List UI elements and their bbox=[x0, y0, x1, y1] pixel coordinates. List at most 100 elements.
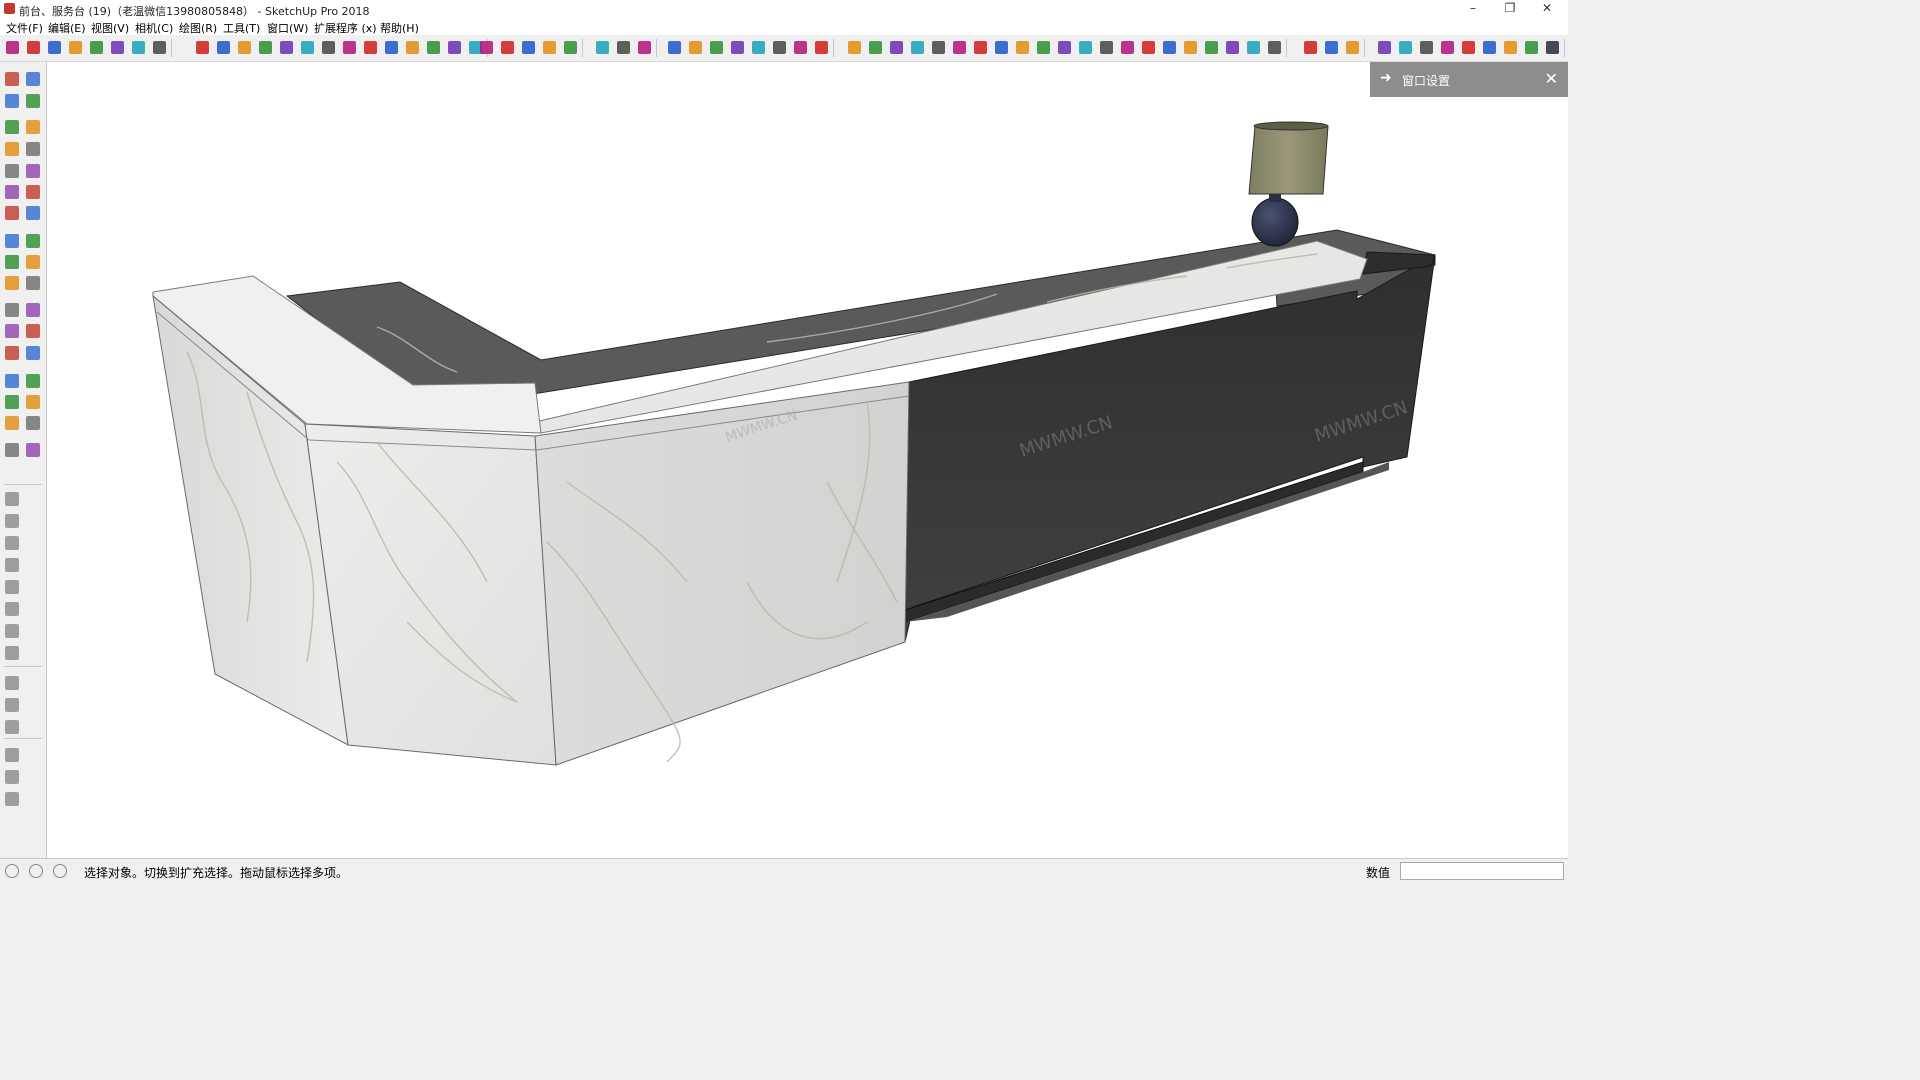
toolbar-tool-icon[interactable] bbox=[196, 41, 209, 54]
left-tool-icon[interactable] bbox=[26, 206, 40, 220]
toolbar-tool-icon[interactable] bbox=[911, 41, 924, 54]
left-tool-icon[interactable] bbox=[26, 443, 40, 457]
toolbar-tool-icon[interactable] bbox=[90, 41, 103, 54]
toolbar-tool-icon[interactable] bbox=[731, 41, 744, 54]
toolbar-tool-icon[interactable] bbox=[1058, 41, 1071, 54]
left-tool-icon[interactable] bbox=[26, 234, 40, 248]
toolbar-tool-icon[interactable] bbox=[1163, 41, 1176, 54]
toolbar-tool-icon[interactable] bbox=[890, 41, 903, 54]
left-tool-icon[interactable] bbox=[5, 536, 19, 550]
left-tool-icon[interactable] bbox=[5, 255, 19, 269]
toolbar-tool-icon[interactable] bbox=[217, 41, 230, 54]
left-tool-icon[interactable] bbox=[26, 142, 40, 156]
toolbar-tool-icon[interactable] bbox=[480, 41, 493, 54]
minimize-button[interactable]: – bbox=[1456, 0, 1490, 18]
toolbar-tool-icon[interactable] bbox=[1525, 41, 1538, 54]
toolbar-tool-icon[interactable] bbox=[48, 41, 61, 54]
left-tool-icon[interactable] bbox=[5, 395, 19, 409]
left-tool-icon[interactable] bbox=[5, 416, 19, 430]
measurements-input[interactable] bbox=[1400, 862, 1564, 880]
toolbar-tool-icon[interactable] bbox=[1346, 41, 1359, 54]
toolbar-tool-icon[interactable] bbox=[406, 41, 419, 54]
restore-button[interactable]: ❐ bbox=[1493, 0, 1527, 18]
toolbar-tool-icon[interactable] bbox=[638, 41, 651, 54]
model-viewport[interactable]: MWMW.CN MWMW.CN MWMW.CN bbox=[47, 62, 1568, 858]
toolbar-tool-icon[interactable] bbox=[1268, 41, 1281, 54]
toolbar-tool-icon[interactable] bbox=[596, 41, 609, 54]
toolbar-tool-icon[interactable] bbox=[932, 41, 945, 54]
menu-extensions[interactable]: 扩展程序 (x) bbox=[314, 20, 377, 36]
close-window-button[interactable]: ✕ bbox=[1530, 0, 1564, 18]
left-tool-icon[interactable] bbox=[5, 676, 19, 690]
left-tool-icon[interactable] bbox=[5, 164, 19, 178]
menu-camera[interactable]: 相机(C) bbox=[135, 20, 173, 36]
toolbar-tool-icon[interactable] bbox=[1037, 41, 1050, 54]
toolbar-tool-icon[interactable] bbox=[69, 41, 82, 54]
info-icon[interactable] bbox=[29, 864, 43, 878]
left-tool-icon[interactable] bbox=[5, 303, 19, 317]
left-tool-icon[interactable] bbox=[5, 602, 19, 616]
toolbar-tool-icon[interactable] bbox=[752, 41, 765, 54]
left-tool-icon[interactable] bbox=[5, 443, 19, 457]
toolbar-tool-icon[interactable] bbox=[1100, 41, 1113, 54]
tray-arrow-icon[interactable]: ➜ bbox=[1380, 70, 1392, 86]
left-tool-icon[interactable] bbox=[5, 120, 19, 134]
toolbar-tool-icon[interactable] bbox=[773, 41, 786, 54]
left-tool-icon[interactable] bbox=[5, 72, 19, 86]
left-tool-icon[interactable] bbox=[5, 770, 19, 784]
toolbar-tool-icon[interactable] bbox=[1546, 41, 1559, 54]
left-tool-icon[interactable] bbox=[5, 698, 19, 712]
toolbar-tool-icon[interactable] bbox=[522, 41, 535, 54]
toolbar-tool-icon[interactable] bbox=[448, 41, 461, 54]
toolbar-tool-icon[interactable] bbox=[343, 41, 356, 54]
toolbar-tool-icon[interactable] bbox=[995, 41, 1008, 54]
left-tool-icon[interactable] bbox=[26, 255, 40, 269]
left-tool-icon[interactable] bbox=[5, 580, 19, 594]
user-icon[interactable] bbox=[53, 864, 67, 878]
left-tool-icon[interactable] bbox=[5, 324, 19, 338]
left-tool-icon[interactable] bbox=[5, 234, 19, 248]
tray-close-icon[interactable]: ✕ bbox=[1545, 69, 1558, 88]
toolbar-tool-icon[interactable] bbox=[427, 41, 440, 54]
left-tool-icon[interactable] bbox=[5, 94, 19, 108]
left-tool-icon[interactable] bbox=[5, 514, 19, 528]
menu-edit[interactable]: 编辑(E) bbox=[48, 20, 86, 36]
toolbar-tool-icon[interactable] bbox=[1420, 41, 1433, 54]
left-tool-icon[interactable] bbox=[5, 624, 19, 638]
toolbar-tool-icon[interactable] bbox=[689, 41, 702, 54]
sketchup-app-icon[interactable] bbox=[4, 3, 15, 14]
menu-view[interactable]: 视图(V) bbox=[91, 20, 129, 36]
toolbar-tool-icon[interactable] bbox=[974, 41, 987, 54]
toolbar-tool-icon[interactable] bbox=[1462, 41, 1475, 54]
tray-title[interactable]: 窗口设置 bbox=[1402, 72, 1450, 89]
left-tool-icon[interactable] bbox=[5, 374, 19, 388]
left-tool-icon[interactable] bbox=[26, 324, 40, 338]
toolbar-tool-icon[interactable] bbox=[1483, 41, 1496, 54]
left-tool-icon[interactable] bbox=[5, 142, 19, 156]
toolbar-tool-icon[interactable] bbox=[1184, 41, 1197, 54]
left-tool-icon[interactable] bbox=[26, 72, 40, 86]
toolbar-tool-icon[interactable] bbox=[953, 41, 966, 54]
toolbar-tool-icon[interactable] bbox=[848, 41, 861, 54]
toolbar-tool-icon[interactable] bbox=[259, 41, 272, 54]
left-tool-icon[interactable] bbox=[26, 374, 40, 388]
toolbar-tool-icon[interactable] bbox=[6, 41, 19, 54]
toolbar-tool-icon[interactable] bbox=[1247, 41, 1260, 54]
toolbar-tool-icon[interactable] bbox=[1378, 41, 1391, 54]
toolbar-tool-icon[interactable] bbox=[564, 41, 577, 54]
toolbar-tool-icon[interactable] bbox=[322, 41, 335, 54]
toolbar-tool-icon[interactable] bbox=[815, 41, 828, 54]
left-tool-icon[interactable] bbox=[26, 185, 40, 199]
toolbar-tool-icon[interactable] bbox=[1226, 41, 1239, 54]
toolbar-tool-icon[interactable] bbox=[1079, 41, 1092, 54]
toolbar-tool-icon[interactable] bbox=[1205, 41, 1218, 54]
toolbar-tool-icon[interactable] bbox=[301, 41, 314, 54]
toolbar-tool-icon[interactable] bbox=[238, 41, 251, 54]
toolbar-tool-icon[interactable] bbox=[153, 41, 166, 54]
toolbar-tool-icon[interactable] bbox=[501, 41, 514, 54]
toolbar-tool-icon[interactable] bbox=[27, 41, 40, 54]
toolbar-tool-icon[interactable] bbox=[1399, 41, 1412, 54]
menu-tools[interactable]: 工具(T) bbox=[223, 20, 260, 36]
menu-help[interactable]: 帮助(H) bbox=[380, 20, 419, 36]
toolbar-tool-icon[interactable] bbox=[617, 41, 630, 54]
